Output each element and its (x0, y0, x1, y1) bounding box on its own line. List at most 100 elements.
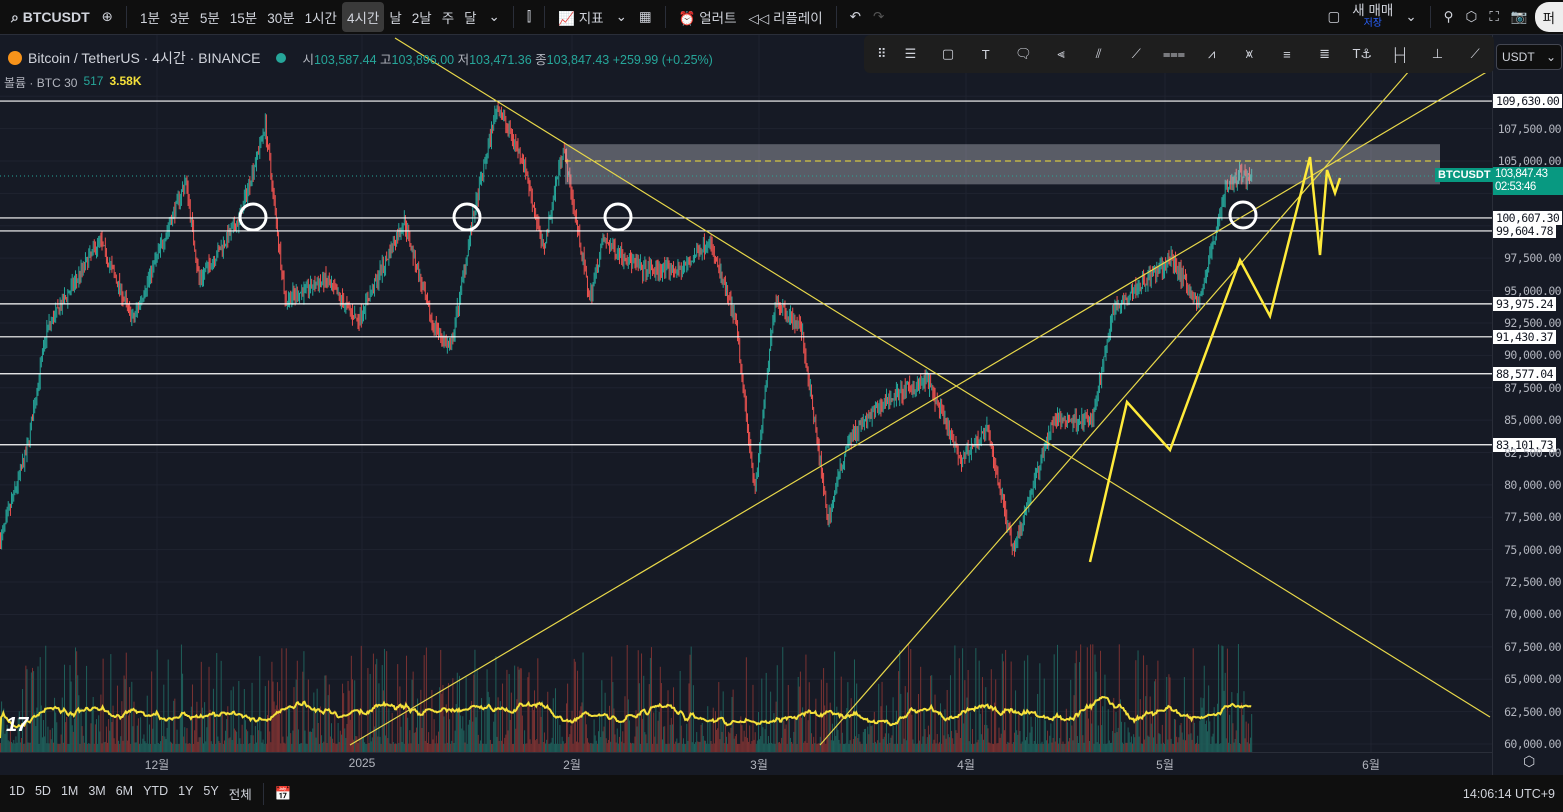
replay-button[interactable]: ◁◁ 리플레이 (744, 2, 828, 32)
quick-search-icon[interactable]: ⚲ (1439, 4, 1459, 30)
volume-bar (324, 675, 326, 752)
price-axis[interactable]: 109,630.00 100,607.30 99,604.78 93,975.24 91… (1492, 35, 1563, 775)
interval-9[interactable]: 주 (437, 2, 459, 32)
legend-title[interactable]: Bitcoin / TetherUS · 4시간 · BINANCE (28, 48, 260, 68)
clock[interactable]: 14:06:14 UTC+9 (1463, 787, 1563, 801)
settings-icon[interactable]: ⬡ (1461, 4, 1483, 30)
fib-channel-icon[interactable]: ≣ (1306, 39, 1344, 69)
rectangle-icon[interactable]: ▢ (929, 39, 967, 69)
symbol-search[interactable]: ⌕ BTCUSDT (6, 4, 95, 31)
volume-bar (1251, 714, 1253, 752)
interval-5[interactable]: 1시간 (300, 2, 342, 32)
volume-bar (825, 743, 827, 752)
fullscreen-icon[interactable]: ⛶ (1484, 4, 1503, 30)
interval-6[interactable]: 4시간 (341, 2, 385, 32)
regression-icon[interactable]: ≡ (1268, 39, 1306, 69)
range-2[interactable]: 1M (56, 779, 83, 808)
wave-icon[interactable]: ⩘ (1193, 39, 1231, 69)
interval-2[interactable]: 5분 (195, 2, 225, 32)
layouts-icon[interactable]: ▦ (634, 4, 657, 30)
trade-button[interactable]: 새 매매 저장 (1347, 0, 1398, 34)
goto-date-icon[interactable]: 📅 (270, 781, 297, 807)
callout-icon[interactable]: 🗨 (1005, 39, 1043, 69)
level-label[interactable]: 88,577.04 (1493, 366, 1556, 381)
volume-bar (964, 680, 966, 752)
redo-icon[interactable]: ↷ (868, 4, 889, 30)
range-8[interactable]: 전체 (224, 779, 257, 808)
currency-select[interactable]: USDT ⌄ (1496, 44, 1562, 70)
chart-pane[interactable] (0, 35, 1492, 752)
abc-pattern-icon[interactable]: ⩙ (1230, 39, 1268, 69)
layout-square-icon[interactable]: ▢ (1323, 4, 1346, 30)
interval-8[interactable]: 2날 (407, 2, 437, 32)
publish-button[interactable]: 퍼 (1534, 2, 1563, 32)
interval-dropdown-icon[interactable]: ⌄ (484, 4, 505, 30)
range-5[interactable]: YTD (138, 779, 173, 808)
volume-bar (220, 660, 222, 752)
pitchfork-icon[interactable]: ⫷ (1042, 39, 1080, 69)
volume-bar (79, 743, 81, 752)
range-4[interactable]: 6M (111, 779, 138, 808)
range-3[interactable]: 3M (83, 779, 110, 808)
add-symbol-icon[interactable]: ⊕ (97, 4, 118, 30)
level-label[interactable]: 91,430.37 (1493, 329, 1556, 344)
level-label[interactable]: 100,607.30 (1493, 210, 1563, 225)
forecast-icon[interactable]: ⟋ (1456, 39, 1494, 69)
volume-bar (34, 712, 36, 752)
date-range-icon[interactable]: ├┤ (1381, 39, 1419, 69)
tradingview-logo[interactable]: 17 (6, 714, 28, 737)
price-range-icon[interactable]: ⊥ (1419, 39, 1457, 69)
volume-bar (327, 695, 329, 752)
anchored-text-icon[interactable]: T⚓ (1343, 39, 1381, 69)
interval-10[interactable]: 달 (459, 2, 481, 32)
volume-bar (2, 718, 4, 752)
volume-bar (494, 713, 496, 752)
volume-bar (243, 689, 245, 752)
text-icon[interactable]: T (967, 39, 1005, 69)
interval-7[interactable]: 날 (384, 2, 406, 32)
parallel-channel-icon[interactable]: ⫽ (1080, 39, 1118, 69)
level-label[interactable]: 93,975.24 (1493, 296, 1556, 311)
price-chart[interactable] (0, 35, 1492, 752)
indicators-dropdown-icon[interactable]: ⌄ (611, 4, 632, 30)
level-label[interactable]: 109,630.00 (1493, 94, 1563, 109)
volume-bar (588, 742, 590, 752)
alert-button[interactable]: ⏰ 얼러트 (674, 2, 742, 32)
horizontal-lines-icon[interactable]: ☰ (892, 39, 930, 69)
volume-bar (856, 683, 858, 752)
range-1[interactable]: 5D (30, 779, 56, 808)
trade-dropdown-icon[interactable]: ⌄ (1400, 4, 1421, 30)
volume-bar (1053, 654, 1055, 752)
volume-bar (1015, 690, 1017, 752)
volume-bar (398, 743, 400, 752)
volume-bar (1061, 743, 1063, 752)
volume-bar (962, 648, 964, 752)
volume-bar (786, 743, 788, 752)
volume-bar (348, 690, 350, 752)
volume-bar (478, 743, 480, 752)
snapshot-icon[interactable]: 📷 (1506, 4, 1533, 30)
path-icon[interactable]: ⟋ (1118, 39, 1156, 69)
volume-bar (1019, 730, 1021, 752)
volume-bar (863, 729, 865, 752)
undo-icon[interactable]: ↶ (845, 4, 866, 30)
interval-4[interactable]: 30분 (262, 2, 299, 32)
candle-type-icon[interactable]: ⫿ (522, 4, 536, 30)
range-0[interactable]: 1D (4, 779, 30, 808)
interval-0[interactable]: 1분 (135, 2, 165, 32)
indicators-button[interactable]: 📈 지표 (553, 2, 608, 32)
volume-bar (841, 732, 843, 752)
interval-1[interactable]: 3분 (165, 2, 195, 32)
fib-icon[interactable]: ⩶ (1155, 39, 1193, 69)
volume-label[interactable]: 볼륨 · BTC 30 (4, 74, 77, 91)
time-axis[interactable]: 12월 2025 2월 3월 4월 5월 6월 (0, 752, 1492, 775)
range-7[interactable]: 5Y (198, 779, 223, 808)
volume-bar (546, 739, 548, 752)
interval-3[interactable]: 15분 (225, 2, 262, 32)
drag-handle-icon[interactable]: ⠿ (872, 39, 892, 69)
level-label[interactable]: 99,604.78 (1493, 223, 1556, 238)
range-6[interactable]: 1Y (173, 779, 198, 808)
volume-bar (248, 743, 250, 752)
axis-settings-icon[interactable]: ⬡ (1523, 753, 1535, 770)
volume-bar (1247, 723, 1249, 752)
